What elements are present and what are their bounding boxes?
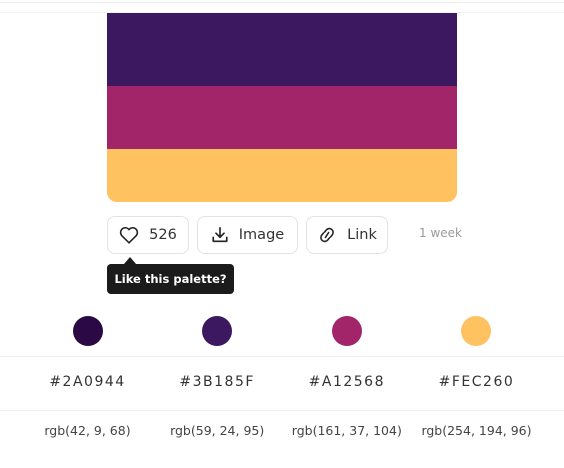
rgb-code[interactable]: rgb(59, 24, 95) [170, 423, 264, 438]
heart-icon [119, 226, 139, 244]
color-swatch-1[interactable]: #2A0944 rgb(42, 9, 68) [24, 312, 151, 438]
color-dot[interactable] [331, 316, 362, 346]
like-button[interactable]: 526 [107, 216, 189, 254]
palette-actions: 526 Image Link [107, 216, 396, 254]
image-label: Image [238, 227, 285, 243]
palette-stripe-purple[interactable] [107, 13, 457, 86]
rgb-code[interactable]: rgb(42, 9, 68) [44, 423, 130, 438]
link-label: Link [347, 227, 377, 243]
palette-stripe-yellow[interactable] [107, 149, 457, 202]
color-dot[interactable] [72, 316, 103, 346]
posted-time: 1 week [419, 226, 462, 240]
hex-code[interactable]: #3B185F [179, 374, 255, 390]
like-count: 526 [149, 227, 177, 243]
color-swatch-2[interactable]: #3B185F rgb(59, 24, 95) [154, 312, 281, 438]
like-tooltip: Like this palette? [107, 264, 234, 294]
color-swatch-4[interactable]: #FEC260 rgb(254, 194, 96) [413, 312, 540, 438]
rgb-code[interactable]: rgb(254, 194, 96) [421, 423, 531, 438]
palette-stripe-magenta[interactable] [107, 86, 457, 149]
palette-preview[interactable] [107, 13, 457, 202]
link-icon [317, 226, 337, 244]
color-dot[interactable] [202, 316, 233, 346]
tooltip-arrow [124, 257, 136, 264]
download-icon [211, 226, 229, 244]
rgb-code[interactable]: rgb(161, 37, 104) [292, 423, 402, 438]
download-image-button[interactable]: Image [197, 216, 298, 254]
color-dot[interactable] [461, 316, 492, 346]
hex-code[interactable]: #2A0944 [49, 374, 125, 390]
hex-code[interactable]: #A12568 [309, 374, 385, 390]
hex-code[interactable]: #FEC260 [439, 374, 515, 390]
color-swatch-3[interactable]: #A12568 rgb(161, 37, 104) [283, 312, 410, 438]
copy-link-button[interactable]: Link [306, 216, 388, 254]
top-divider [0, 2, 564, 3]
color-swatch-list: #2A0944 rgb(42, 9, 68) #3B185F rgb(59, 2… [0, 312, 564, 438]
